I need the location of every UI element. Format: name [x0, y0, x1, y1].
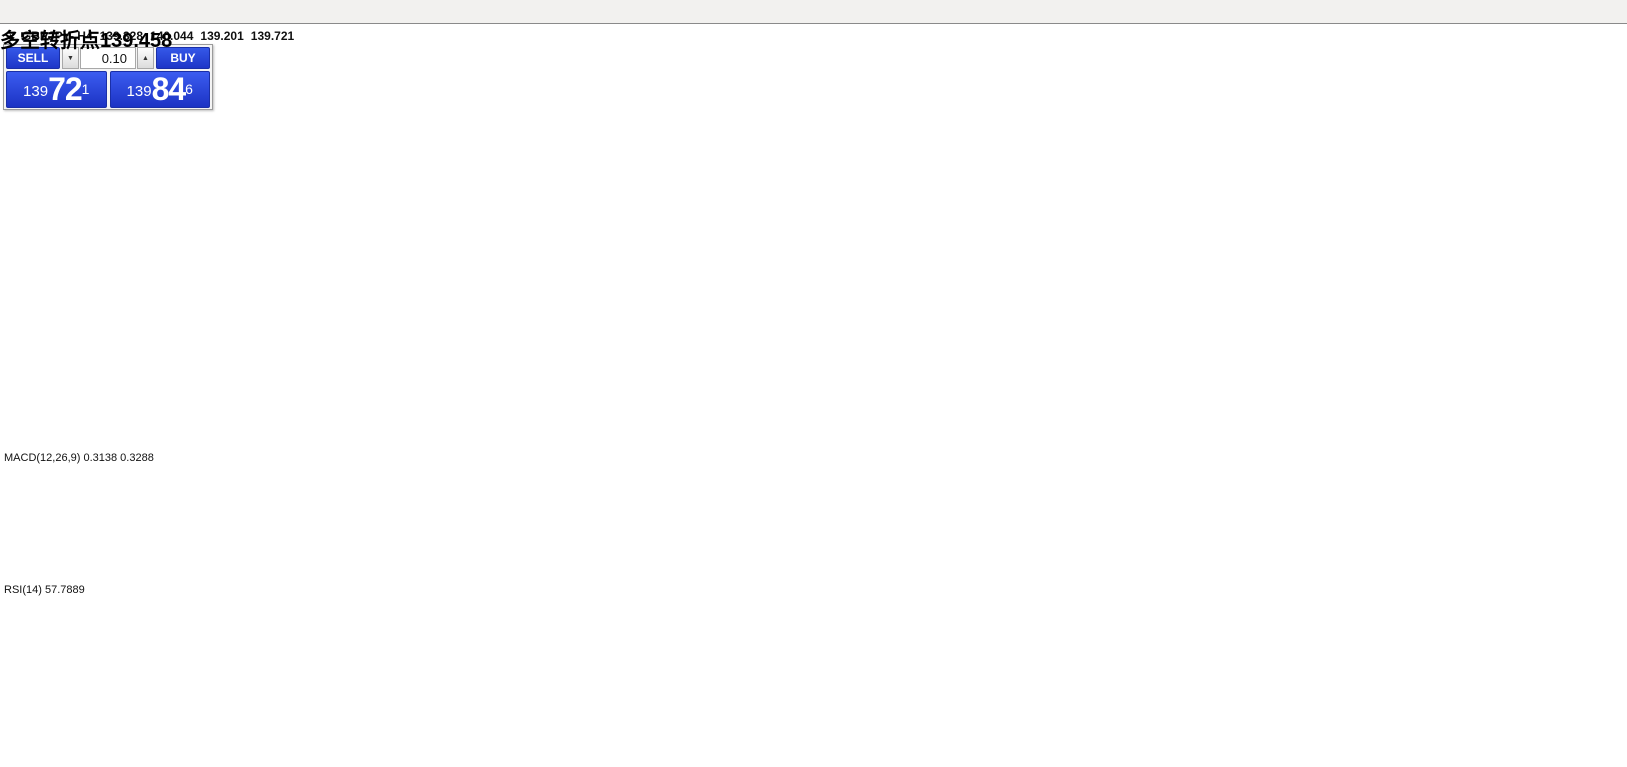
buy-price-prefix: 139	[127, 79, 152, 105]
rsi-indicator-label: RSI(14) 57.7889	[4, 584, 85, 596]
buy-price-sup: 6	[185, 74, 193, 104]
macd-indicator-label: MACD(12,26,9) 0.3138 0.3288	[4, 452, 154, 464]
buy-price-button[interactable]: 139846	[110, 71, 211, 108]
sell-price-button[interactable]: 139721	[6, 71, 107, 108]
price-chart-canvas[interactable]	[0, 24, 1627, 767]
sell-price-main: 72	[48, 73, 82, 105]
sell-price-sup: 1	[82, 74, 90, 104]
bar-close: 139.721	[251, 29, 294, 43]
sell-price-prefix: 139	[23, 79, 48, 105]
chart-window: ▲ GBPJPY-,H4 139.328 140.044 139.201 139…	[0, 24, 1627, 767]
one-click-trading-panel: SELL ▼ 0.10 ▲ BUY 139721 139846	[3, 44, 213, 110]
pivot-annotation-text[interactable]: 多空转折点139.458	[0, 24, 172, 53]
buy-price-main: 84	[152, 73, 186, 105]
bar-low: 139.201	[200, 29, 243, 43]
toolbar	[0, 0, 1627, 24]
